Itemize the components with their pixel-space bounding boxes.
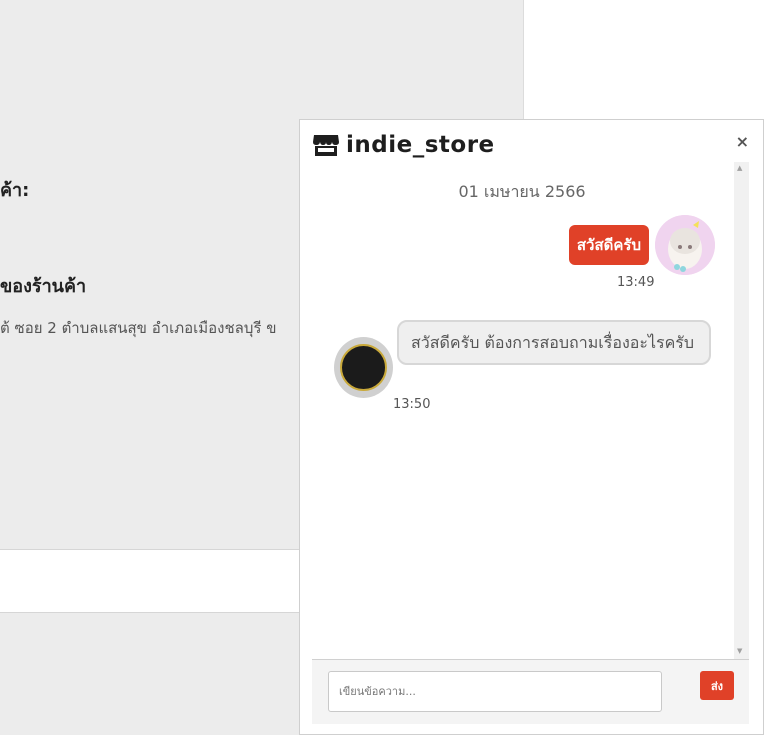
- chat-header: indie_store: [312, 130, 495, 160]
- message-composer: ส่ง: [312, 659, 749, 724]
- chat-store-name: indie_store: [346, 132, 495, 158]
- chat-window: indie_store × 01 เมษายน 2566 สวัสดีครับ …: [299, 119, 764, 735]
- message-scrollbar[interactable]: ▲ ▼: [734, 162, 749, 659]
- store-avatar: [334, 337, 393, 398]
- incoming-message: สวัสดีครับ ต้องการสอบถามเรื่องอะไรครับ: [397, 320, 711, 365]
- shop-field-label: ค้า:: [0, 180, 30, 201]
- scroll-up-icon[interactable]: ▲: [737, 164, 742, 172]
- outgoing-message: สวัสดีครับ: [568, 225, 649, 265]
- close-chat-button[interactable]: ×: [736, 132, 749, 151]
- send-button[interactable]: ส่ง: [700, 671, 734, 700]
- message-time: 13:49: [617, 275, 655, 290]
- background-bottom: [0, 613, 300, 735]
- scroll-down-icon[interactable]: ▼: [737, 647, 742, 655]
- message-input[interactable]: [328, 671, 662, 712]
- store-logo: [340, 344, 387, 391]
- shop-address-text: ต้ ซอย 2 ตำบลแสนสุข อำเภอเมืองชลบุรี ข: [0, 319, 277, 337]
- date-separator: 01 เมษายน 2566: [458, 182, 586, 201]
- message-list[interactable]: 01 เมษายน 2566 สวัสดีครับ 13:49 สวัสดีคร…: [312, 160, 748, 657]
- message-time: 13:50: [393, 397, 431, 412]
- store-icon: [312, 133, 340, 157]
- shop-address-heading: ของร้านค้า: [0, 276, 87, 297]
- user-avatar: [655, 215, 715, 275]
